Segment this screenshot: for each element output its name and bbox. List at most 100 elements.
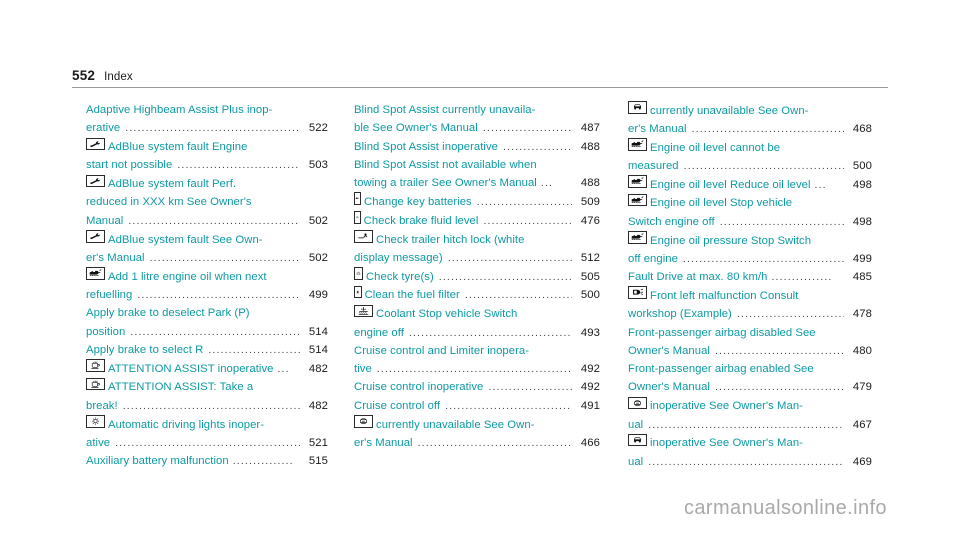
index-entry[interactable]: Fault Drive at max. 80 km/h.............… — [628, 268, 872, 286]
index-entry[interactable]: Blind Spot Assist inoperative...........… — [354, 138, 600, 156]
index-entry-line: engine off..............................… — [354, 324, 600, 342]
fuel-filter-icon — [354, 285, 362, 299]
index-entry-text: inoperative See Owner's Man- — [650, 400, 803, 413]
index-entry-line: Blind Spot Assist not available when — [354, 156, 600, 174]
index-page-number: 505 — [580, 270, 600, 283]
index-entry-line: Apply brake to deselect Park (P) — [86, 304, 328, 322]
index-entry[interactable]: Blind Spot Assist not available when towi… — [354, 156, 600, 193]
index-entry-line: display message)........................… — [354, 249, 600, 267]
index-entry[interactable]: Front-passenger airbag disabled See Owner… — [628, 324, 872, 361]
index-entry[interactable]: Blind Spot Assist currently unavaila-ble… — [354, 101, 600, 138]
index-entry-text: erative — [86, 122, 121, 135]
wrench-icon — [86, 137, 105, 151]
index-entry-text: Blind Spot Assist currently unavaila- — [354, 104, 536, 116]
leader-dots: ... — [814, 178, 827, 191]
index-entry[interactable]: Apply brake to deselect Park (P) position… — [86, 304, 328, 341]
index-page-number: 522 — [308, 122, 328, 135]
index-entry[interactable]: Automatic driving lights inoper-ative...… — [86, 415, 328, 452]
leader-dots: ........................................… — [714, 381, 844, 394]
index-page-number: 498 — [852, 215, 872, 228]
index-entry-line: Adaptive Highbeam Assist Plus inop- — [86, 101, 328, 119]
index-entry[interactable]: Cruise control off......................… — [354, 397, 600, 415]
index-entry-line: ATTENTION ASSIST: Take a — [86, 377, 328, 397]
index-entry-line: Switch engine off.......................… — [628, 213, 872, 231]
index-entry-text: AdBlue system fault See Own- — [108, 233, 263, 246]
index-entry-text: position — [86, 325, 126, 338]
index-entry-text: Clean the fuel filter — [364, 289, 460, 302]
index-page: 552 Index Adaptive Highbeam Assist Plus … — [0, 0, 960, 533]
index-entry[interactable]: Clean the fuel filter...................… — [354, 285, 600, 305]
index-entry[interactable]: currently unavailable See Own-er's Manua… — [628, 101, 872, 138]
leader-dots: ........................................… — [130, 325, 300, 338]
index-entry-text: engine off — [354, 326, 404, 339]
index-page-number: 466 — [580, 436, 600, 449]
index-entry[interactable]: Engine oil level cannot be measured......… — [628, 138, 872, 175]
index-entry-line: Front-passenger airbag disabled See — [628, 324, 872, 342]
index-entry[interactable]: Check trailer hitch lock (white display m… — [354, 230, 600, 267]
index-entry-text: Front-passenger airbag enabled See — [628, 363, 814, 376]
index-entry-text: reduced in XXX km See Owner's — [86, 196, 252, 209]
leader-dots: ........................................… — [447, 251, 572, 264]
index-entry-line: er's Manual.............................… — [628, 120, 872, 138]
index-entry-line: inoperative See Owner's Man- — [628, 433, 872, 453]
index-entry[interactable]: AdBlue system fault See Own-er's Manual.… — [86, 230, 328, 267]
index-entry-text: Apply brake to select R — [86, 343, 204, 356]
index-entry[interactable]: inoperative See Owner's Man-ual.........… — [628, 396, 872, 434]
leader-dots: ........................................… — [438, 270, 572, 283]
index-entry[interactable]: Front left malfunction Consult workshop (… — [628, 286, 872, 323]
index-entry[interactable]: Change key batteries....................… — [354, 192, 600, 211]
coffee-cup-icon — [86, 377, 105, 391]
leader-dots: ........................................… — [125, 122, 300, 135]
index-entry[interactable]: Front-passenger airbag enabled See Owner'… — [628, 360, 872, 397]
index-entry-text: er's Manual — [354, 436, 413, 449]
index-entry-text: Automatic driving lights inoper- — [108, 418, 265, 431]
index-entry-line: AdBlue system fault Perf. — [86, 174, 328, 194]
leader-dots: ... — [540, 177, 554, 190]
index-entry-text: Fault Drive at max. 80 km/h — [628, 271, 768, 284]
leader-dots: ........................................… — [483, 214, 572, 227]
index-entry[interactable]: Cruise control inoperative..............… — [354, 378, 600, 396]
index-entry[interactable]: Engine oil pressure Stop Switch off engin… — [628, 231, 872, 268]
index-entry-line: inoperative See Owner's Man- — [628, 396, 872, 416]
index-entry[interactable]: Auxiliary battery malfunction...........… — [86, 452, 328, 470]
index-entry[interactable]: AdBlue system fault Perf. reduced in XXX … — [86, 174, 328, 230]
index-entry[interactable]: currently unavailable See Own-er's Manua… — [354, 415, 600, 452]
index-entry-text: Cruise control inoperative — [354, 381, 484, 394]
index-page-number: 493 — [580, 326, 600, 339]
car-sensor-icon — [628, 433, 647, 447]
index-entry-text: display message) — [354, 251, 443, 264]
index-entry[interactable]: ATTENTION ASSIST inoperative... 482 — [86, 359, 328, 378]
index-entry[interactable]: Adaptive Highbeam Assist Plus inop-erati… — [86, 101, 328, 138]
index-entry[interactable]: Apply brake to select R.................… — [86, 341, 328, 359]
leader-dots: ........................................… — [503, 140, 572, 153]
index-entry-line: Cruise control inoperative..............… — [354, 378, 600, 396]
index-page-number: 491 — [580, 399, 600, 412]
index-entry[interactable]: Engine oil level Reduce oil level... 498 — [628, 175, 872, 194]
leader-dots: ........................................… — [682, 252, 844, 265]
tyre-pressure-icon — [354, 267, 363, 280]
leader-dots: ........................................… — [445, 399, 572, 412]
index-entry-text: Engine oil level cannot be — [650, 141, 781, 154]
index-entry[interactable]: Add 1 litre engine oil when next refuelli… — [86, 267, 328, 304]
index-entry-text: Manual — [86, 214, 124, 227]
index-entry-line: Add 1 litre engine oil when next — [86, 267, 328, 286]
index-entry-line: Engine oil level Stop vehicle — [628, 193, 872, 213]
index-entry[interactable]: Engine oil level Stop vehicle Switch engi… — [628, 193, 872, 231]
column-2: Blind Spot Assist currently unavaila-ble… — [344, 101, 616, 471]
oil-can-icon — [628, 231, 647, 244]
index-entry[interactable]: ATTENTION ASSIST: Take a break!..........… — [86, 377, 328, 415]
index-entry-text: ATTENTION ASSIST: Take a — [108, 381, 254, 394]
index-page-number: 469 — [852, 455, 872, 468]
index-page-number: 467 — [852, 418, 872, 431]
column-1: Adaptive Highbeam Assist Plus inop-erati… — [72, 101, 344, 471]
index-entry[interactable]: inoperative See Owner's Man-ual.........… — [628, 433, 872, 471]
index-entry[interactable]: Cruise control and Limiter inopera-tive.… — [354, 342, 600, 379]
index-entry[interactable]: AdBlue system fault Engine start not poss… — [86, 137, 328, 175]
index-entry-text: ative — [86, 436, 111, 449]
index-entry[interactable]: Check brake fluid level.................… — [354, 211, 600, 230]
index-entry-line: ble See Owner's Manual..................… — [354, 119, 600, 137]
index-entry-line: measured................................… — [628, 157, 872, 175]
leader-dots: ........................................… — [137, 288, 300, 301]
index-entry[interactable]: Check tyre(s)...........................… — [354, 267, 600, 286]
index-entry[interactable]: Coolant Stop vehicle Switch engine off...… — [354, 304, 600, 342]
